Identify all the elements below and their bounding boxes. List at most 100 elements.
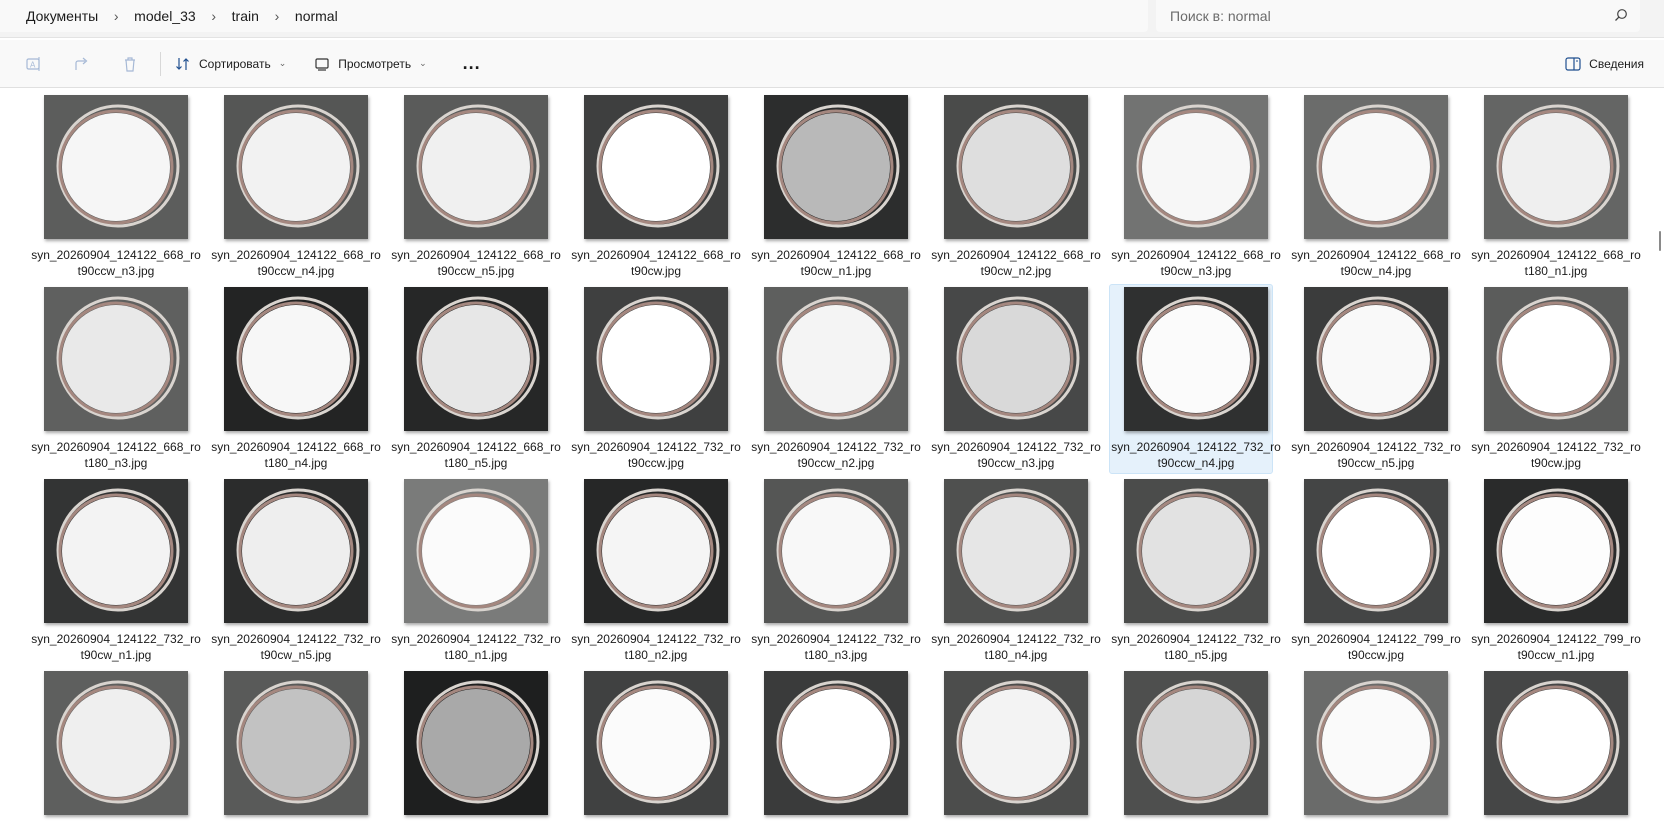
file-name-line: t180_n3.jpg [84, 456, 148, 470]
search-icon[interactable] [1614, 8, 1628, 22]
file-name: syn_20260904_124122_732_ro t90ccw_n5.jpg [1290, 439, 1462, 471]
breadcrumb-item-train[interactable]: train [226, 4, 265, 28]
file-name: syn_20260904_124122_799_ro t90ccw.jpg [1290, 631, 1462, 663]
file-tile[interactable]: syn_20260904_124122_668_ro t90ccw_n3.jpg [30, 93, 201, 283]
file-tile[interactable]: syn_20260904_124122_668_ro t90cw_n4.jpg [1290, 93, 1461, 283]
chevron-right-icon[interactable]: › [202, 8, 226, 24]
view-button[interactable]: Просмотреть ⌄ [306, 48, 434, 80]
file-tile[interactable]: syn_20260904_124122_668_ro t180_n1.jpg [1470, 93, 1641, 283]
file-name: syn_20260904_124122_732_ro t180_n5.jpg [1110, 631, 1282, 663]
file-name-line: syn_20260904_124122_799_ro [1291, 632, 1461, 646]
file-tile[interactable]: syn_20260904_124122_799_ro t90ccw_n1.jpg [1470, 477, 1641, 667]
file-tile[interactable]: syn_20260904_124122_799_ro t90ccw.jpg [1290, 477, 1461, 667]
image-thumbnail [224, 95, 368, 239]
address-bar-row: Документы › model_33 › train › normal [0, 0, 1664, 38]
image-thumbnail [944, 671, 1088, 815]
breadcrumb: Документы › model_33 › train › normal [0, 0, 1148, 32]
file-name-line: syn_20260904_124122_668_ro [1111, 248, 1281, 262]
details-button[interactable]: Сведения [1565, 48, 1644, 80]
file-name: syn_20260904_124122_799_ro t90ccw_n1.jpg [1470, 631, 1642, 663]
file-tile[interactable]: syn_20260904_124122_732_ro t90ccw_n5.jpg [1290, 285, 1461, 475]
file-tile[interactable]: syn_20260904_124122_732_ro t180_n1.jpg [390, 477, 561, 667]
file-name-line: syn_20260904_124122_732_ro [751, 632, 921, 646]
more-options-button[interactable]: ... [455, 48, 489, 80]
file-name-line: t90ccw_n3.jpg [77, 264, 155, 278]
file-tile[interactable]: syn_20260904_124122_668_ro t90cw_n2.jpg [930, 93, 1101, 283]
sort-button[interactable]: Сортировать ⌄ [167, 48, 294, 80]
file-name-line: syn_20260904_124122_668_ro [931, 248, 1101, 262]
file-name-line: t180_n5.jpg [444, 456, 508, 470]
file-tile[interactable]: syn_20260904_124122_732_ro t90ccw_n2.jpg [750, 285, 921, 475]
image-thumbnail [944, 479, 1088, 623]
details-label: Сведения [1589, 57, 1644, 71]
file-tile[interactable]: syn_20260904_124122_668_ro t90cw.jpg [570, 93, 741, 283]
search-box[interactable] [1156, 0, 1640, 32]
file-tile[interactable]: syn_20260904_124122_732_ro t180_n3.jpg [750, 477, 921, 667]
file-tile[interactable]: syn_20260904_124122_668_ro t90ccw_n5.jpg [390, 93, 561, 283]
file-tile[interactable]: syn_20260904_124122_668_ro t180_n3.jpg [30, 285, 201, 475]
file-name-line: syn_20260904_124122_732_ro [931, 632, 1101, 646]
file-tile[interactable]: syn_20260904_124122_668_ro t90cw_n3.jpg [1110, 93, 1281, 283]
file-tile[interactable] [30, 669, 194, 821]
file-name-line: t90cw_n4.jpg [1340, 264, 1412, 278]
file-tile[interactable]: syn_20260904_124122_732_ro t180_n4.jpg [930, 477, 1101, 667]
image-thumbnail [1124, 671, 1268, 815]
breadcrumb-item-documents[interactable]: Документы [20, 4, 104, 28]
search-input[interactable] [1170, 8, 1600, 24]
delete-icon[interactable] [120, 54, 140, 74]
file-tile[interactable] [570, 669, 734, 821]
svg-text:A: A [30, 60, 36, 69]
file-tile[interactable]: syn_20260904_124122_732_ro t180_n2.jpg [570, 477, 741, 667]
file-tile[interactable] [1290, 669, 1454, 821]
image-thumbnail [224, 479, 368, 623]
file-name-line: t90ccw.jpg [1347, 648, 1405, 662]
image-thumbnail [44, 671, 188, 815]
file-name-line: syn_20260904_124122_668_ro [1291, 248, 1461, 262]
file-name-line: t90cw_n3.jpg [1160, 264, 1232, 278]
file-tile[interactable]: syn_20260904_124122_668_ro t90cw_n1.jpg [750, 93, 921, 283]
file-name-line: t90ccw.jpg [627, 456, 685, 470]
file-name-line: t180_n3.jpg [804, 648, 868, 662]
file-tile[interactable]: syn_20260904_124122_732_ro t180_n5.jpg [1110, 477, 1281, 667]
file-name-line: syn_20260904_124122_732_ro [1291, 440, 1461, 454]
chevron-right-icon[interactable]: › [265, 8, 289, 24]
file-tile[interactable]: syn_20260904_124122_732_ro t90ccw_n3.jpg [930, 285, 1101, 475]
chevron-right-icon[interactable]: › [104, 8, 128, 24]
file-tile[interactable] [1470, 669, 1634, 821]
share-icon[interactable] [72, 54, 92, 74]
sort-icon [176, 57, 189, 70]
breadcrumb-item-model[interactable]: model_33 [128, 4, 202, 28]
file-name-line: syn_20260904_124122_668_ro [211, 440, 381, 454]
file-tile[interactable]: syn_20260904_124122_668_ro t180_n5.jpg [390, 285, 561, 475]
file-tile[interactable] [210, 669, 374, 821]
chevron-down-icon: ⌄ [278, 58, 287, 68]
image-thumbnail [1304, 95, 1448, 239]
file-tile[interactable]: syn_20260904_124122_732_ro t90cw_n5.jpg [210, 477, 381, 667]
file-tile[interactable]: syn_20260904_124122_732_ro t90ccw.jpg [570, 285, 741, 475]
file-tile[interactable]: syn_20260904_124122_732_ro t90cw_n1.jpg [30, 477, 201, 667]
file-name: syn_20260904_124122_668_ro t90cw_n2.jpg [930, 247, 1102, 279]
file-tile[interactable] [1110, 669, 1274, 821]
file-name: syn_20260904_124122_732_ro t90cw_n5.jpg [210, 631, 382, 663]
file-tile[interactable]: syn_20260904_124122_732_ro t90ccw_n4.jpg [1109, 284, 1281, 474]
image-thumbnail [584, 287, 728, 431]
scrollbar[interactable] [1659, 231, 1661, 251]
file-tile[interactable] [390, 669, 554, 821]
breadcrumb-item-normal[interactable]: normal [289, 4, 344, 28]
rename-icon[interactable]: A [24, 54, 44, 74]
file-name-line: t180_n1.jpg [1524, 264, 1588, 278]
file-tile[interactable]: syn_20260904_124122_668_ro t90ccw_n4.jpg [210, 93, 381, 283]
file-name: syn_20260904_124122_668_ro t90cw_n4.jpg [1290, 247, 1462, 279]
file-tile[interactable]: syn_20260904_124122_668_ro t180_n4.jpg [210, 285, 381, 475]
file-name: syn_20260904_124122_732_ro t180_n2.jpg [570, 631, 742, 663]
file-name-line: t90ccw_n4.jpg [1157, 456, 1235, 470]
toolbar-divider [160, 51, 161, 76]
file-name: syn_20260904_124122_732_ro t90cw.jpg [1470, 439, 1642, 471]
file-tile[interactable] [930, 669, 1094, 821]
file-name: syn_20260904_124122_668_ro t90ccw_n4.jpg [210, 247, 382, 279]
command-bar: A Сортировать ⌄ Просмотреть ⌄ ... Сведен… [0, 40, 1664, 88]
file-tile[interactable] [750, 669, 914, 821]
file-name-line: t180_n1.jpg [444, 648, 508, 662]
file-name-line: t90cw.jpg [1530, 456, 1582, 470]
file-tile[interactable]: syn_20260904_124122_732_ro t90cw.jpg [1470, 285, 1641, 475]
